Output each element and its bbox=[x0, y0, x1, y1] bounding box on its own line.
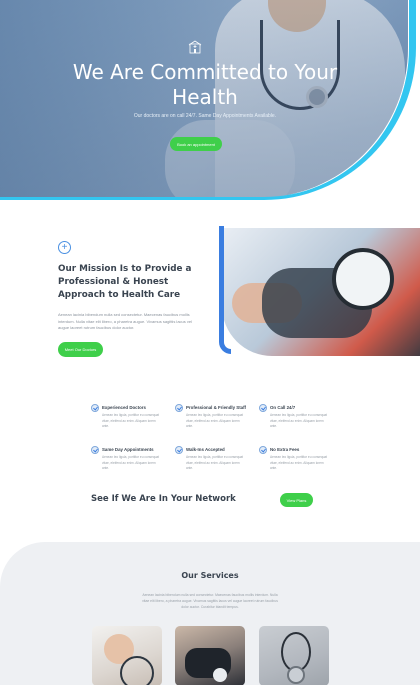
feature-text: Aenean leo ligula, porttitor eu consequa… bbox=[186, 413, 244, 428]
feature-text: Aenean leo ligula, porttitor eu consequa… bbox=[270, 455, 328, 470]
mission-title: Our Mission Is to Provide a Professional… bbox=[58, 264, 192, 300]
hero-section: We Are Committed to Your Health Our doct… bbox=[0, 0, 420, 200]
feature-text: Aenean leo ligula, porttitor eu consequa… bbox=[270, 413, 328, 428]
check-circle-icon bbox=[91, 404, 99, 412]
service-card-image[interactable] bbox=[259, 626, 329, 685]
feature-title: Professional & Friendly Staff bbox=[186, 405, 247, 410]
hero-title: We Are Committed to Your Health bbox=[72, 60, 338, 109]
check-circle-icon bbox=[91, 446, 99, 454]
book-appointment-button[interactable]: Book an appointment bbox=[170, 137, 222, 151]
feature-text: Aenean leo ligula, porttitor eu consequa… bbox=[102, 413, 160, 428]
view-plans-button[interactable]: View Plans bbox=[280, 493, 313, 507]
hospital-icon bbox=[188, 40, 202, 54]
feature-title: No Extra Fees bbox=[270, 447, 300, 452]
hero-subtitle: Our doctors are on call 24/7. Same Day A… bbox=[133, 113, 277, 119]
check-circle-icon bbox=[175, 404, 183, 412]
service-card-image[interactable] bbox=[92, 626, 162, 685]
check-circle-icon bbox=[259, 404, 267, 412]
check-circle-icon bbox=[175, 446, 183, 454]
service-card-image[interactable] bbox=[175, 626, 245, 685]
mission-text: Aenean lacinia bibendum nulla sed consec… bbox=[58, 312, 192, 330]
mission-image-accent bbox=[219, 226, 231, 354]
services-title: Our Services bbox=[181, 571, 239, 580]
feature-title: On Call 24/7 bbox=[270, 405, 296, 410]
check-circle-icon bbox=[259, 446, 267, 454]
feature-text: Aenean leo ligula, porttitor eu consequa… bbox=[186, 455, 244, 470]
meet-doctors-button[interactable]: Meet Our Doctors bbox=[58, 342, 103, 357]
feature-title: Experienced Doctors bbox=[102, 405, 146, 410]
feature-title: Walk-Ins Accepted bbox=[186, 447, 225, 452]
network-title: See If We Are In Your Network bbox=[91, 494, 236, 504]
services-text: Aenean lacinia bibendum nulla sed consec… bbox=[142, 593, 278, 609]
plus-circle-icon: + bbox=[58, 241, 71, 254]
feature-text: Aenean leo ligula, porttitor eu consequa… bbox=[102, 455, 160, 470]
feature-title: Same Day Appointments bbox=[102, 447, 154, 452]
blood-pressure-image bbox=[222, 228, 420, 356]
